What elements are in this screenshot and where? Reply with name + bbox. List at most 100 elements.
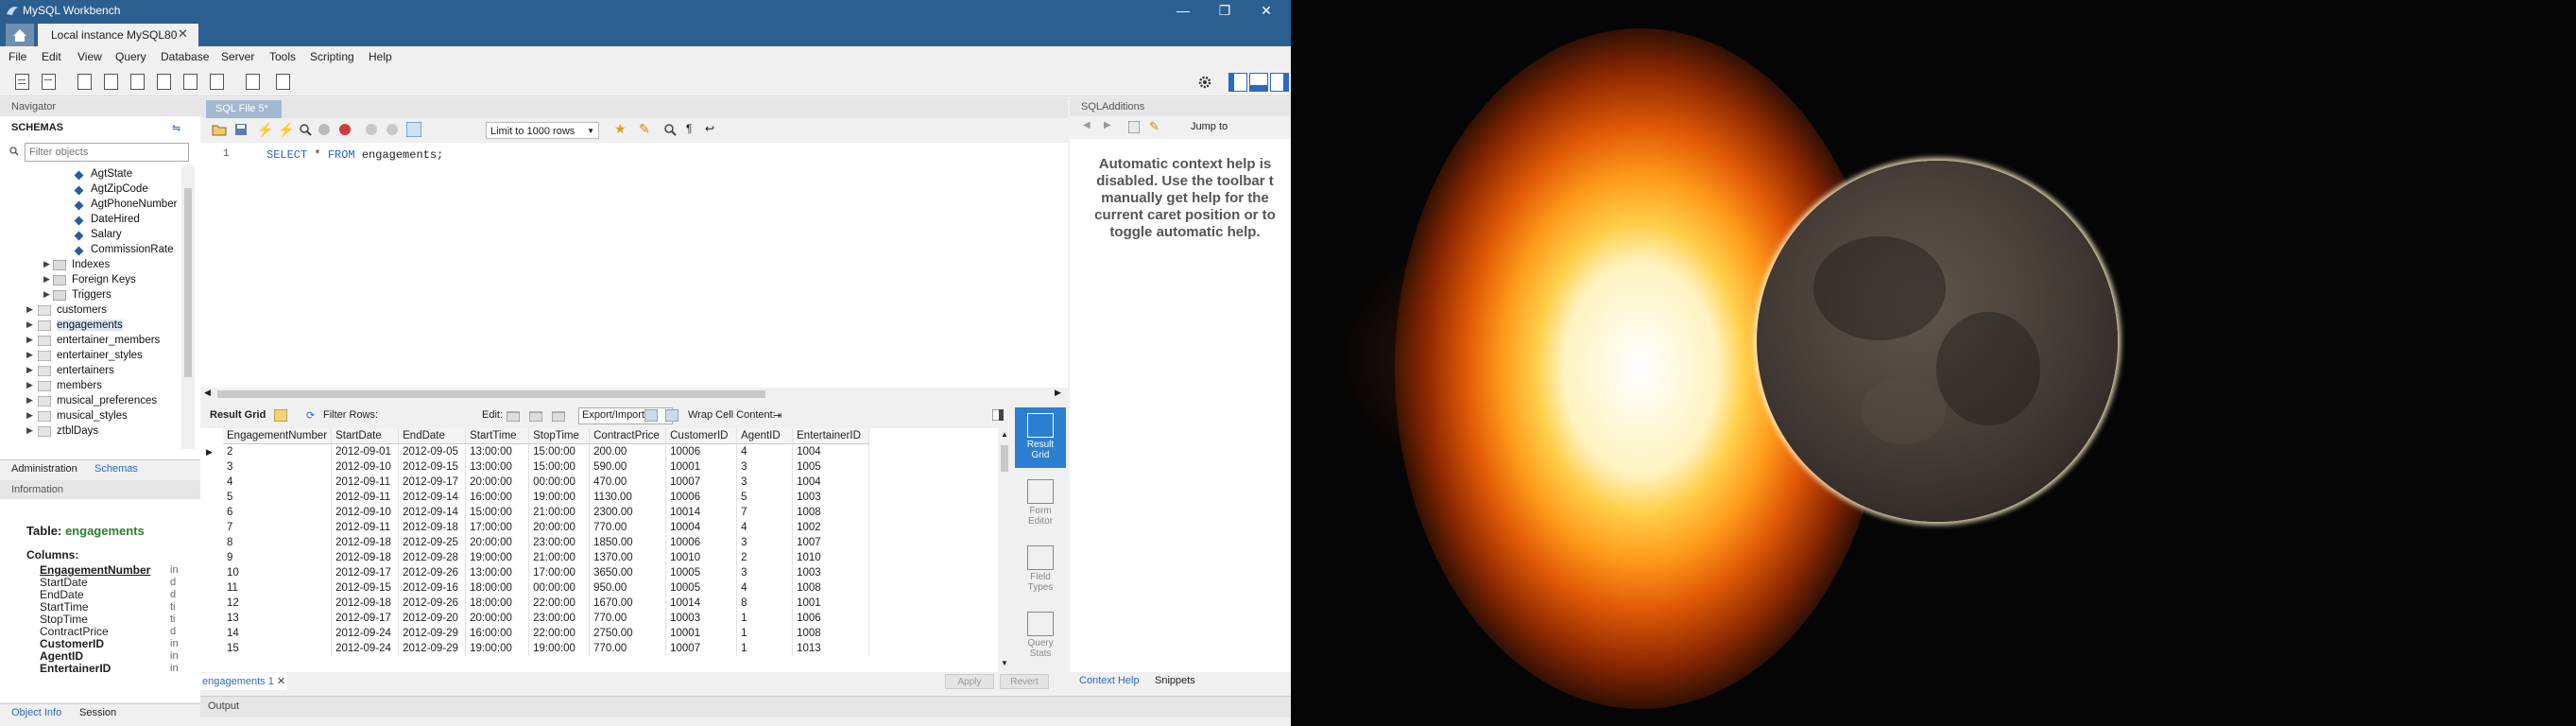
table-cell[interactable]: 8 (223, 535, 333, 550)
expand-arrow-icon[interactable]: ▶ (43, 274, 50, 285)
table-cell[interactable]: 1008 (792, 580, 870, 596)
table-cell[interactable]: 1003 (792, 490, 870, 505)
table-cell[interactable]: 1006 (792, 611, 870, 626)
table-row[interactable]: 4 2012-09-11 2012-09-17 20:00:00 00:00:00 470… (223, 475, 870, 490)
table-cell[interactable]: 18:00:00 (465, 580, 530, 596)
table-cell[interactable]: 2012-09-18 (331, 596, 400, 611)
sql-file-tab[interactable]: SQL File 5* ✕ (206, 100, 282, 132)
table-cell[interactable]: 16:00:00 (465, 490, 530, 505)
scroll-right-icon[interactable]: ▶ (1055, 388, 1061, 398)
table-row[interactable]: 13 2012-09-17 2012-09-20 20:00:00 23:00:00 77… (223, 611, 870, 626)
table-cell[interactable]: 15 (223, 641, 333, 656)
export-icon[interactable] (644, 409, 658, 422)
create-view-icon[interactable] (153, 71, 174, 92)
invisible-chars-icon[interactable]: ¶ (686, 122, 692, 135)
table-row[interactable]: 11 2012-09-15 2012-09-16 18:00:00 00:00:00 95… (223, 580, 870, 596)
table-cell[interactable]: 2012-09-10 (331, 505, 400, 520)
add-row-icon[interactable] (529, 409, 542, 422)
inspector-icon[interactable] (74, 71, 94, 92)
table-cell[interactable]: 19:00:00 (528, 490, 591, 505)
tree-column-salary[interactable]: Salary (74, 229, 122, 241)
open-file-icon[interactable] (212, 123, 227, 136)
expand-arrow-icon[interactable]: ▶ (26, 395, 33, 406)
table-cell[interactable]: 13:00:00 (465, 443, 530, 459)
table-cell[interactable]: 4 (736, 520, 794, 535)
table-cell[interactable]: 00:00:00 (528, 580, 591, 596)
table-cell[interactable]: 15:00:00 (528, 459, 591, 475)
save-icon[interactable] (234, 123, 248, 136)
revert-button[interactable]: Revert (1000, 674, 1049, 689)
menu-file[interactable]: File (9, 50, 26, 63)
minimize-button[interactable]: — (1162, 0, 1204, 22)
expand-arrow-icon[interactable]: ▶ (26, 425, 33, 436)
table-cell[interactable]: 2012-09-28 (398, 550, 467, 565)
table-cell[interactable]: 20:00:00 (465, 611, 530, 626)
table-cell[interactable]: 1008 (792, 626, 870, 641)
table-cell[interactable]: 2750.00 (589, 626, 667, 641)
table-cell[interactable]: 3 (223, 459, 333, 475)
table-cell[interactable]: 20:00:00 (528, 520, 591, 535)
result-grid-label[interactable]: Result Grid (210, 409, 266, 421)
apply-button[interactable]: Apply (945, 674, 994, 689)
table-cell[interactable]: 5 (223, 490, 333, 505)
jump-to-label[interactable]: Jump to (1191, 121, 1228, 132)
column-header[interactable]: StartTime (465, 428, 530, 444)
table-cell[interactable]: 770.00 (589, 641, 667, 656)
table-cell[interactable]: 22:00:00 (528, 596, 591, 611)
table-row[interactable]: 5 2012-09-11 2012-09-14 16:00:00 19:00:00 113… (223, 490, 870, 505)
table-cell[interactable]: 2012-09-20 (398, 611, 467, 626)
table-cell[interactable]: 2012-09-24 (331, 626, 400, 641)
table-cell[interactable]: 2012-09-15 (398, 459, 467, 475)
column-header[interactable]: EngagementNumber (223, 428, 333, 444)
tree-table-ztbldays[interactable]: ▶ ztblDays (26, 425, 98, 437)
table-cell[interactable]: 15:00:00 (465, 505, 530, 520)
grid-icon[interactable] (274, 409, 287, 422)
table-cell[interactable]: 2012-09-14 (398, 490, 467, 505)
tree-column-datehired[interactable]: DateHired (74, 214, 140, 226)
form-editor-button[interactable]: Form Editor (1015, 474, 1066, 534)
table-cell[interactable]: 2012-09-10 (331, 459, 400, 475)
sql-editor[interactable]: 1 SELECT * FROM engagements; (200, 143, 1068, 389)
manual-help-icon[interactable] (1128, 121, 1140, 133)
table-cell[interactable]: 5 (736, 490, 794, 505)
table-cell[interactable]: 7 (736, 505, 794, 520)
table-cell[interactable]: 3 (736, 459, 794, 475)
home-tab[interactable] (6, 24, 34, 46)
table-cell[interactable]: 1 (736, 641, 794, 656)
reconnect-icon[interactable] (272, 71, 293, 92)
expand-arrow-icon[interactable]: ▶ (26, 365, 33, 375)
tree-table-entertainers[interactable]: ▶ entertainers (26, 365, 114, 376)
table-cell[interactable]: 2012-09-29 (398, 626, 467, 641)
table-cell[interactable]: 470.00 (589, 475, 667, 490)
table-cell[interactable]: 2012-09-16 (398, 580, 467, 596)
table-cell[interactable]: 6 (223, 505, 333, 520)
table-cell[interactable]: 2012-09-26 (398, 565, 467, 580)
table-cell[interactable]: 4 (736, 443, 794, 459)
close-tab-icon[interactable]: ✕ (277, 676, 285, 687)
table-cell[interactable]: 15:00:00 (528, 443, 591, 459)
table-cell[interactable]: 1 (736, 611, 794, 626)
scrollbar-thumb[interactable] (184, 188, 192, 377)
table-cell[interactable]: 13:00:00 (465, 565, 530, 580)
column-header[interactable]: CustomerID (665, 428, 738, 444)
create-function-icon[interactable] (206, 71, 227, 92)
table-cell[interactable]: 1130.00 (589, 490, 667, 505)
table-cell[interactable]: 16:00:00 (465, 626, 530, 641)
table-cell[interactable]: 10006 (665, 443, 738, 459)
table-cell[interactable]: 2012-09-17 (331, 565, 400, 580)
expand-arrow-icon[interactable]: ▶ (26, 335, 33, 345)
column-header[interactable]: StopTime (528, 428, 591, 444)
tab-snippets[interactable]: Snippets (1155, 675, 1195, 686)
open-sql-script-icon[interactable] (38, 71, 59, 92)
wrap-lines-icon[interactable]: ↩ (705, 122, 714, 135)
tree-table-entertainer-members[interactable]: ▶ entertainer_members (26, 335, 160, 346)
table-cell[interactable]: 1 (736, 626, 794, 641)
table-row[interactable]: 6 2012-09-10 2012-09-14 15:00:00 21:00:00 230… (223, 505, 870, 520)
table-cell[interactable]: 1370.00 (589, 550, 667, 565)
table-row[interactable]: 3 2012-09-10 2012-09-15 13:00:00 15:00:00 590… (223, 459, 870, 475)
table-cell[interactable]: 2012-09-11 (331, 490, 400, 505)
table-cell[interactable]: 19:00:00 (465, 641, 530, 656)
table-row[interactable]: 12 2012-09-18 2012-09-26 18:00:00 22:00:00 16… (223, 596, 870, 611)
menu-view[interactable]: View (77, 50, 102, 63)
scroll-down-icon[interactable]: ▼ (1001, 659, 1008, 667)
